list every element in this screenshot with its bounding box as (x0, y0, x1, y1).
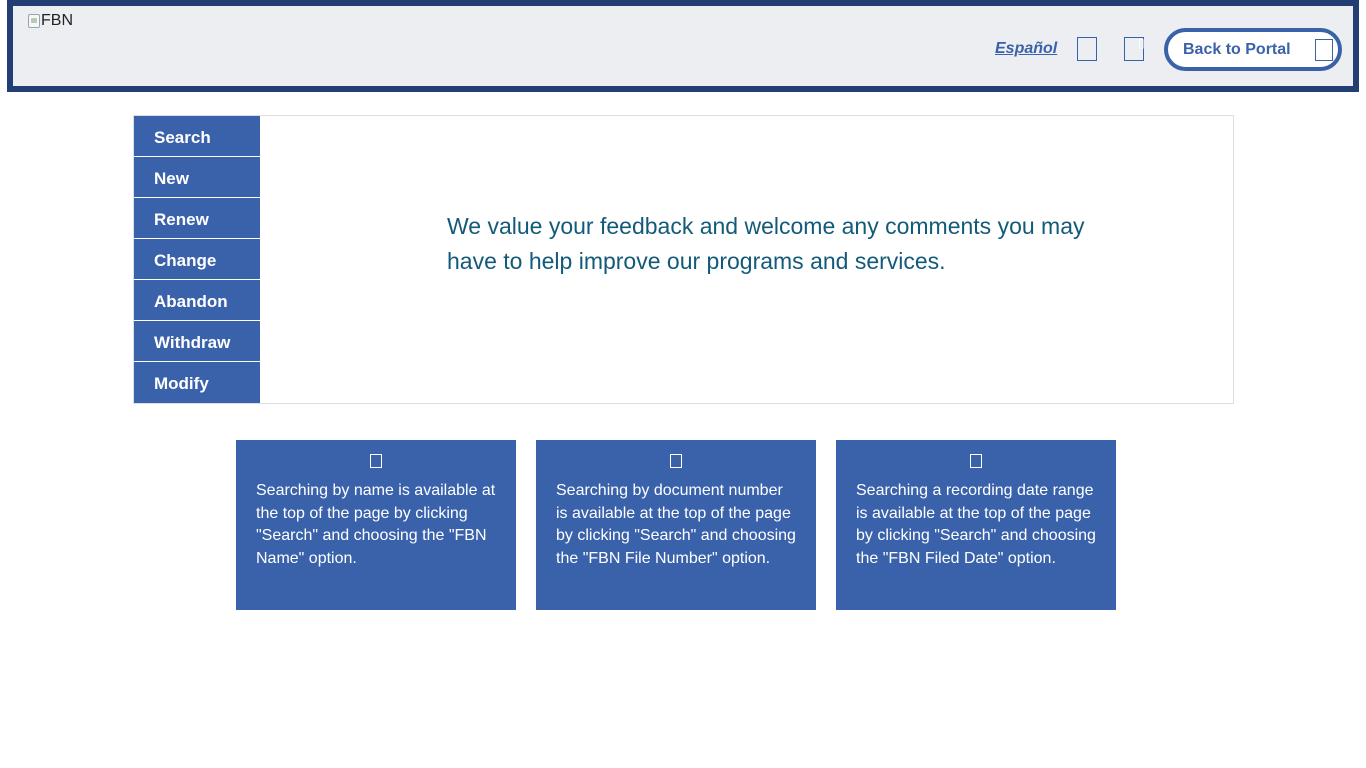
info-card-date-range: Searching a recording date range is avai… (836, 440, 1116, 610)
card-text: Searching by document number is availabl… (556, 482, 796, 567)
corner-glyph-icon: ▯ (1138, 36, 1145, 50)
side-nav: Search New Renew Change Abandon Withdraw… (134, 116, 260, 403)
feedback-message: We value your feedback and welcome any c… (447, 213, 1085, 274)
box-icon (1315, 39, 1333, 61)
fbn-logo[interactable]: FBN (28, 12, 73, 30)
main-panel: Search New Renew Change Abandon Withdraw… (133, 115, 1234, 404)
card-text: Searching a recording date range is avai… (856, 482, 1096, 567)
logo-alt-text: FBN (41, 12, 73, 29)
nav-item-withdraw[interactable]: Withdraw (134, 321, 260, 361)
back-to-portal-label: Back to Portal (1183, 40, 1291, 58)
info-card-document-number: Searching by document number is availabl… (536, 440, 816, 610)
box-icon[interactable] (1077, 37, 1097, 61)
box-icon (370, 454, 382, 468)
nav-item-renew[interactable]: Renew (134, 198, 260, 238)
back-to-portal-button[interactable]: Back to Portal (1164, 28, 1342, 71)
nav-item-abandon[interactable]: Abandon (134, 280, 260, 320)
language-link-espanol[interactable]: Español (995, 40, 1057, 58)
nav-item-search[interactable]: Search (134, 116, 260, 156)
box-icon[interactable]: ▯ (1124, 36, 1145, 61)
nav-item-new[interactable]: New (134, 157, 260, 197)
broken-image-icon (28, 14, 40, 28)
nav-item-modify[interactable]: Modify (134, 362, 260, 403)
card-text: Searching by name is available at the to… (256, 482, 496, 567)
info-card-name-search: Searching by name is available at the to… (236, 440, 516, 610)
box-icon (670, 454, 682, 468)
site-header: FBN Español ▯ Back to Portal (7, 0, 1359, 92)
box-icon (970, 454, 982, 468)
header-bar: FBN Español ▯ Back to Portal (13, 6, 1353, 86)
nav-item-change[interactable]: Change (134, 239, 260, 279)
